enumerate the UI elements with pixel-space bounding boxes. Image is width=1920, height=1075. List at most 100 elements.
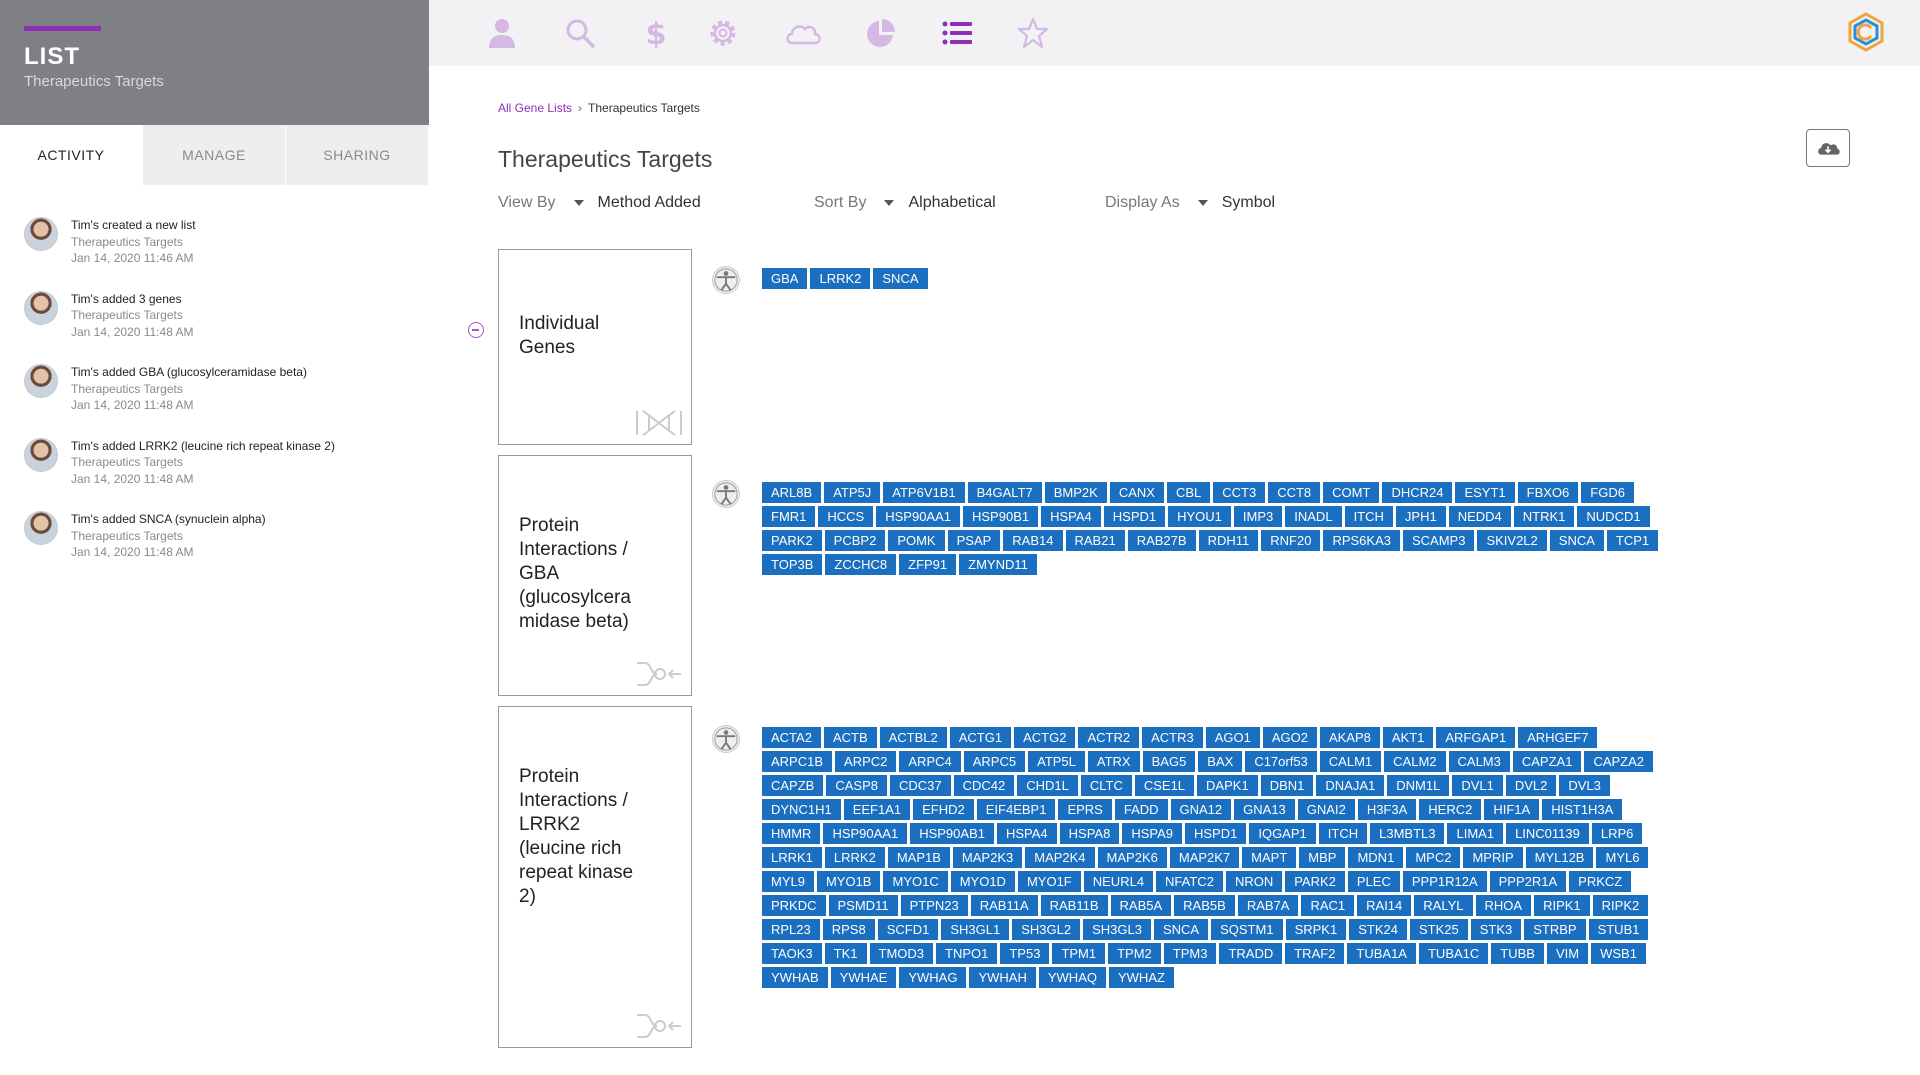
- gene-chip[interactable]: TPM1: [1052, 943, 1106, 964]
- gene-chip[interactable]: MAP2K3: [952, 847, 1023, 868]
- gene-chip[interactable]: YWHAB: [762, 967, 828, 988]
- gene-chip[interactable]: EFHD2: [913, 799, 974, 820]
- star-icon[interactable]: [1014, 14, 1052, 52]
- gene-chip[interactable]: AGO1: [1205, 727, 1260, 748]
- gene-chip[interactable]: DYNC1H1: [762, 799, 841, 820]
- gene-chip[interactable]: SKIV2L2: [1477, 530, 1547, 551]
- gene-chip[interactable]: MBP: [1299, 847, 1346, 868]
- gene-chip[interactable]: CALM1: [1319, 751, 1382, 772]
- gene-chip[interactable]: HSPA8: [1059, 823, 1120, 844]
- gene-chip[interactable]: CAPZA2: [1584, 751, 1654, 772]
- gene-chip[interactable]: STK25: [1409, 919, 1468, 940]
- gene-chip[interactable]: HSP90AA1: [876, 506, 960, 527]
- gene-chip[interactable]: TMOD3: [869, 943, 934, 964]
- gene-chip[interactable]: CAPZA1: [1512, 751, 1582, 772]
- gene-chip[interactable]: WSB1: [1591, 943, 1646, 964]
- gene-chip[interactable]: ITCH: [1318, 823, 1368, 844]
- gene-chip[interactable]: VIM: [1546, 943, 1589, 964]
- gene-chip[interactable]: MYL9: [762, 871, 814, 892]
- list-icon[interactable]: [938, 14, 976, 52]
- breadcrumb-all-lists[interactable]: All Gene Lists: [498, 101, 572, 115]
- gene-chip[interactable]: FGD6: [1581, 482, 1634, 503]
- gene-chip[interactable]: LIMA1: [1447, 823, 1504, 844]
- gene-chip[interactable]: NEDD4: [1448, 506, 1511, 527]
- gene-chip[interactable]: SQSTM1: [1211, 919, 1283, 940]
- gene-chip[interactable]: YWHAE: [830, 967, 897, 988]
- collapse-icon[interactable]: [468, 322, 484, 338]
- gene-chip[interactable]: COMT: [1323, 482, 1380, 503]
- gene-chip[interactable]: TP53: [1000, 943, 1050, 964]
- gene-chip[interactable]: C17orf53: [1245, 751, 1317, 772]
- gene-chip[interactable]: ARPC2: [835, 751, 897, 772]
- gene-chip[interactable]: RAI14: [1357, 895, 1412, 916]
- gene-chip[interactable]: PLEC: [1347, 871, 1400, 892]
- gene-chip[interactable]: TNPO1: [936, 943, 998, 964]
- gene-chip[interactable]: HIST1H3A: [1542, 799, 1623, 820]
- gene-chip[interactable]: DVL3: [1559, 775, 1610, 796]
- gene-chip[interactable]: CSE1L: [1134, 775, 1195, 796]
- gene-chip[interactable]: EEF1A1: [843, 799, 911, 820]
- vitruvian-man-icon[interactable]: [712, 266, 740, 294]
- gene-chip[interactable]: BMP2K: [1044, 482, 1107, 503]
- gene-chip[interactable]: RAB21: [1065, 530, 1125, 551]
- gene-chip[interactable]: ARL8B: [762, 482, 822, 503]
- gene-chip[interactable]: FMR1: [762, 506, 816, 527]
- gene-chip[interactable]: RAB5A: [1110, 895, 1172, 916]
- gene-chip[interactable]: STK24: [1349, 919, 1407, 940]
- cloud-icon[interactable]: [781, 14, 825, 52]
- gene-chip[interactable]: RAB7A: [1237, 895, 1299, 916]
- gene-chip[interactable]: ACTG1: [949, 727, 1012, 748]
- gene-chip[interactable]: ATRX: [1087, 751, 1140, 772]
- gene-chip[interactable]: PSMD11: [828, 895, 898, 916]
- user-icon[interactable]: [483, 14, 521, 52]
- gene-chip[interactable]: HIF1A: [1484, 799, 1540, 820]
- gene-chip[interactable]: ZMYND11: [959, 554, 1037, 575]
- view-by-select[interactable]: View By Method Added: [498, 194, 814, 212]
- gene-chip[interactable]: RAB14: [1003, 530, 1063, 551]
- gene-chip[interactable]: HSP90AB1: [910, 823, 994, 844]
- gene-chip[interactable]: ATP5J: [824, 482, 881, 503]
- gene-chip[interactable]: MAP2K7: [1169, 847, 1240, 868]
- gene-chip[interactable]: SH3GL2: [1012, 919, 1081, 940]
- gene-chip[interactable]: PPP1R12A: [1402, 871, 1487, 892]
- gene-chip[interactable]: RIPK1: [1534, 895, 1590, 916]
- gene-chip[interactable]: HSPD1: [1103, 506, 1166, 527]
- gene-chip[interactable]: POMK: [888, 530, 945, 551]
- sort-by-select[interactable]: Sort By Alphabetical: [814, 194, 1105, 212]
- gene-chip[interactable]: MYL6: [1596, 847, 1649, 868]
- gene-chip[interactable]: ACTA2: [762, 727, 821, 748]
- gene-chip[interactable]: NFATC2: [1156, 871, 1223, 892]
- gene-chip[interactable]: MAP1B: [887, 847, 950, 868]
- gene-chip[interactable]: IMP3: [1233, 506, 1283, 527]
- gene-chip[interactable]: MAP2K4: [1025, 847, 1095, 868]
- gene-chip[interactable]: ARPC4: [899, 751, 961, 772]
- gene-chip[interactable]: STRBP: [1524, 919, 1586, 940]
- gene-chip[interactable]: DAPK1: [1197, 775, 1258, 796]
- gene-chip[interactable]: DNAJA1: [1316, 775, 1385, 796]
- gene-chip[interactable]: TAOK3: [762, 943, 822, 964]
- gene-chip[interactable]: EPRS: [1058, 799, 1112, 820]
- gene-chip[interactable]: SCFD1: [877, 919, 939, 940]
- gene-chip[interactable]: HSPA4: [1041, 506, 1101, 527]
- vitruvian-man-icon[interactable]: [712, 725, 740, 753]
- gene-chip[interactable]: RAB5B: [1174, 895, 1235, 916]
- gene-chip[interactable]: HERC2: [1419, 799, 1482, 820]
- gene-chip[interactable]: MPRIP: [1463, 847, 1523, 868]
- gene-chip[interactable]: MAPT: [1242, 847, 1297, 868]
- gene-chip[interactable]: TCP1: [1606, 530, 1659, 551]
- group-card[interactable]: Protein Interactions / GBA (glucosylcera mid…: [498, 455, 692, 696]
- gene-chip[interactable]: SNCA: [1549, 530, 1604, 551]
- gene-chip[interactable]: RAB11B: [1040, 895, 1108, 916]
- gene-chip[interactable]: ACTG2: [1014, 727, 1076, 748]
- vitruvian-man-icon[interactable]: [712, 480, 740, 508]
- gene-chip[interactable]: GNA13: [1234, 799, 1295, 820]
- gene-chip[interactable]: B4GALT7: [967, 482, 1042, 503]
- gene-chip[interactable]: ESYT1: [1455, 482, 1515, 503]
- gene-chip[interactable]: RNF20: [1261, 530, 1321, 551]
- pie-chart-icon[interactable]: [862, 14, 900, 52]
- gene-chip[interactable]: RHOA: [1475, 895, 1532, 916]
- gene-chip[interactable]: LRRK2: [810, 268, 871, 289]
- gene-chip[interactable]: FBXO6: [1517, 482, 1579, 503]
- group-card[interactable]: Individual Genes: [498, 249, 692, 445]
- gene-chip[interactable]: PCBP2: [824, 530, 886, 551]
